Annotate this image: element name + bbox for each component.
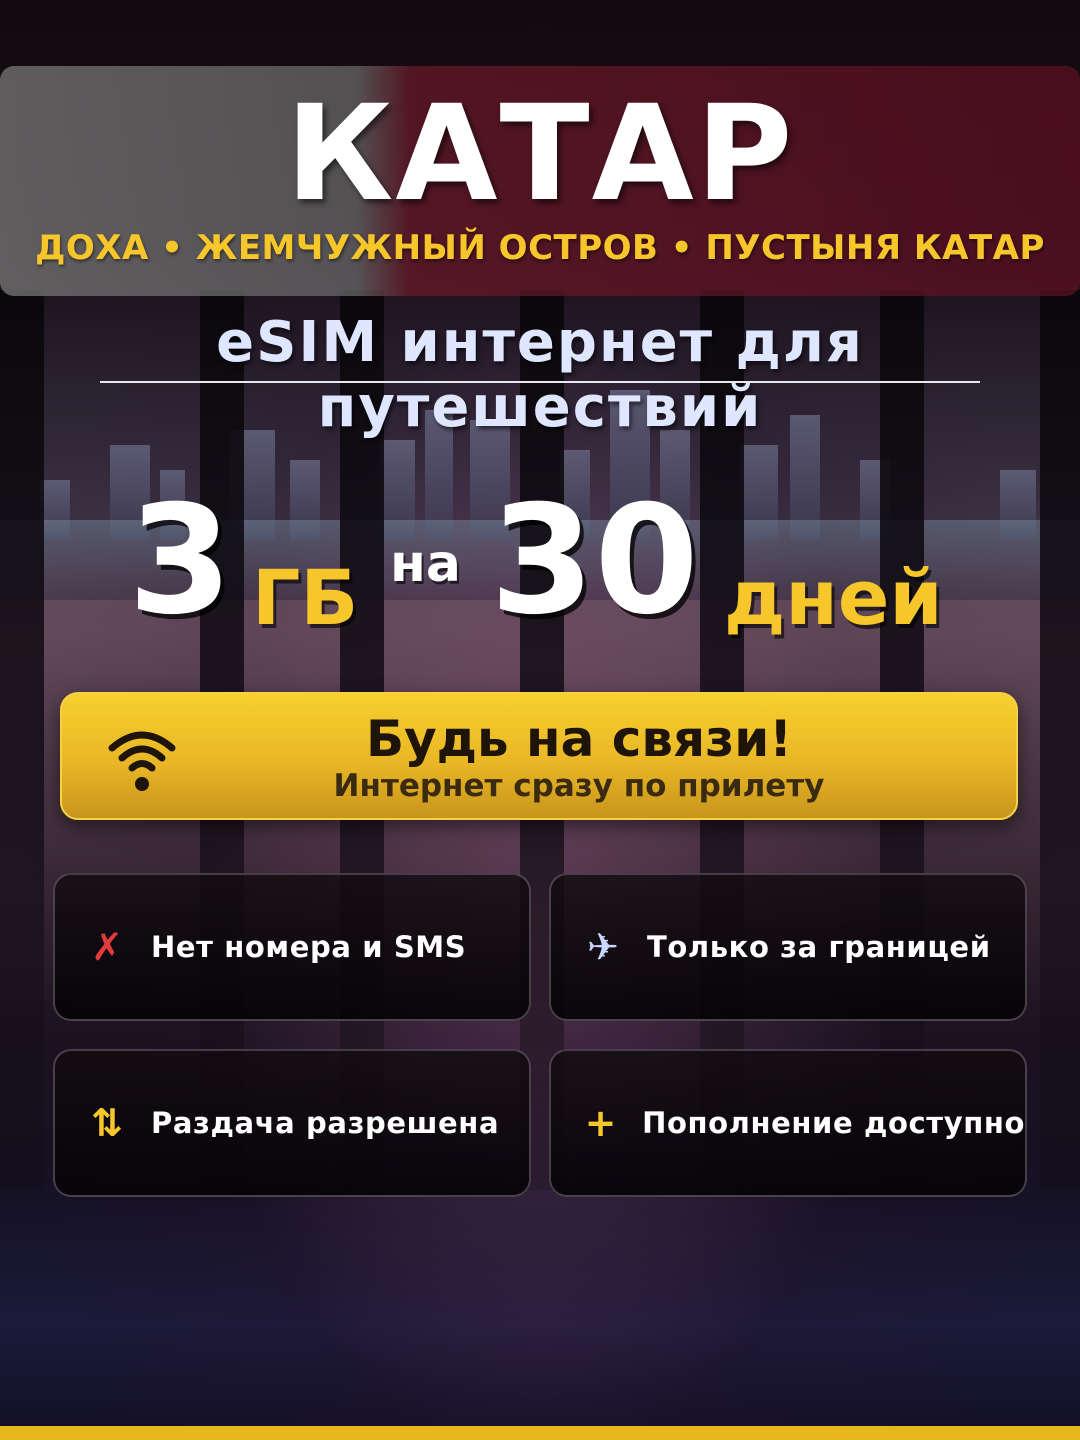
- feature-label: Раздача разрешена: [151, 1106, 500, 1140]
- feature-tethering: ⇅ Раздача разрешена: [53, 1049, 531, 1197]
- tagline: eSIM интернет для путешествий: [216, 310, 864, 440]
- stay-connected-banner: Будь на связи! Интернет сразу по прилету: [60, 692, 1018, 820]
- feature-label: Пополнение доступно: [642, 1106, 1025, 1140]
- feature-abroad-only: ✈ Только за границей: [549, 873, 1027, 1021]
- feature-label: Только за границей: [647, 930, 991, 964]
- data-unit: ГБ: [252, 553, 359, 642]
- tagline-divider: [100, 381, 980, 383]
- offer-connector: на: [390, 534, 462, 594]
- feature-top-up: + Пополнение доступно: [549, 1049, 1027, 1197]
- up-down-arrows-icon: ⇅: [91, 1101, 123, 1145]
- days-unit: дней: [724, 553, 943, 642]
- country-title: КАТАР: [285, 77, 795, 231]
- bottom-accent-bar: [0, 1426, 1080, 1440]
- plus-icon: +: [584, 1101, 617, 1145]
- destinations-subtitle: ДОХА • ЖЕМЧУЖНЫЙ ОСТРОВ • ПУСТЫНЯ КАТАР: [35, 228, 1045, 268]
- cross-icon: ✗: [91, 925, 123, 969]
- days-amount: 30: [490, 474, 699, 648]
- data-amount: 3: [128, 474, 233, 648]
- feature-no-number-sms: ✗ Нет номера и SMS: [53, 873, 531, 1021]
- cta-subtitle: Интернет сразу по прилету: [333, 768, 825, 804]
- feature-label: Нет номера и SMS: [151, 930, 467, 964]
- airplane-icon: ✈: [587, 925, 619, 969]
- cta-title: Будь на связи!: [365, 710, 793, 768]
